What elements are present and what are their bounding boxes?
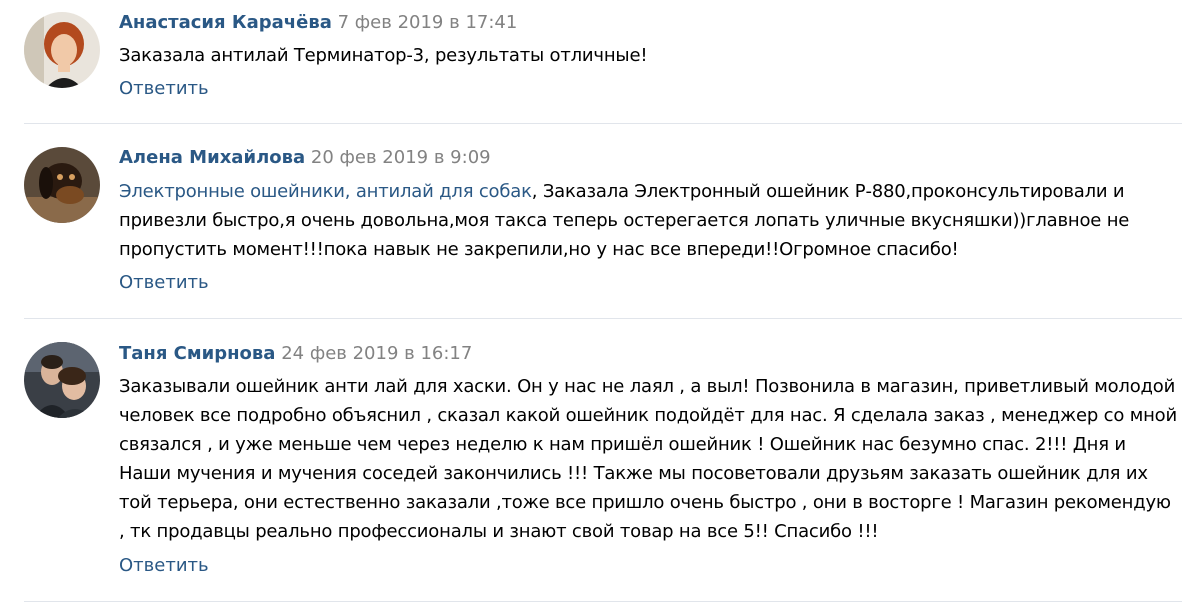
community-mention-link[interactable]: Электронные ошейники, антилай для собак	[119, 181, 532, 202]
reply-button[interactable]: Ответить	[119, 78, 209, 100]
comment-header: Алена Михайлова 20 фев 2019 в 9:09	[119, 147, 491, 169]
text-line: связался , и уже меньше чем через неделю…	[119, 434, 1126, 455]
text-line: привезли быстро,я очень довольна,моя так…	[119, 210, 1130, 231]
author-name[interactable]: Алена Михайлова	[119, 147, 305, 168]
text-line: , Заказала Электронный ошейник Р-880,про…	[531, 181, 1125, 202]
text-line: человек все подробно объяснил , сказал к…	[119, 405, 1177, 426]
text-line: , тк продавцы реально профессионалы и зн…	[119, 521, 879, 542]
author-name[interactable]: Анастасия Карачёва	[119, 12, 332, 33]
avatar[interactable]	[24, 147, 100, 223]
author-name[interactable]: Таня Смирнова	[119, 343, 275, 364]
comment-date[interactable]: 20 фев 2019 в 9:09	[311, 147, 491, 168]
reply-button[interactable]: Ответить	[119, 272, 209, 294]
comment-date[interactable]: 24 фев 2019 в 16:17	[281, 343, 472, 364]
text-line: Заказывали ошейник анти лай для хаски. О…	[119, 376, 1176, 397]
text-line: Наши мучения и мучения соседей закончили…	[119, 463, 1148, 484]
comment-text: Заказала антилай Терминатор-3, результат…	[119, 45, 648, 66]
comment-header: Анастасия Карачёва 7 фев 2019 в 17:41	[119, 12, 517, 34]
comment-text: Электронные ошейники, антилай для собак,…	[119, 177, 1194, 264]
divider	[24, 318, 1182, 319]
comment-text: Заказывали ошейник анти лай для хаски. О…	[119, 372, 1194, 546]
user-avatar-icon	[24, 12, 100, 88]
divider	[24, 601, 1182, 602]
avatar[interactable]	[24, 12, 100, 88]
text-line: пропустить момент!!!пока навык не закреп…	[119, 239, 959, 260]
couple-avatar-icon	[24, 342, 100, 418]
text-line: той терьера, они естественно заказали ,т…	[119, 492, 1171, 513]
avatar[interactable]	[24, 342, 100, 418]
dachshund-avatar-icon	[24, 147, 100, 223]
reply-button[interactable]: Ответить	[119, 555, 209, 577]
divider	[24, 123, 1182, 124]
comment-date[interactable]: 7 фев 2019 в 17:41	[338, 12, 518, 33]
comment-header: Таня Смирнова 24 фев 2019 в 16:17	[119, 343, 472, 365]
